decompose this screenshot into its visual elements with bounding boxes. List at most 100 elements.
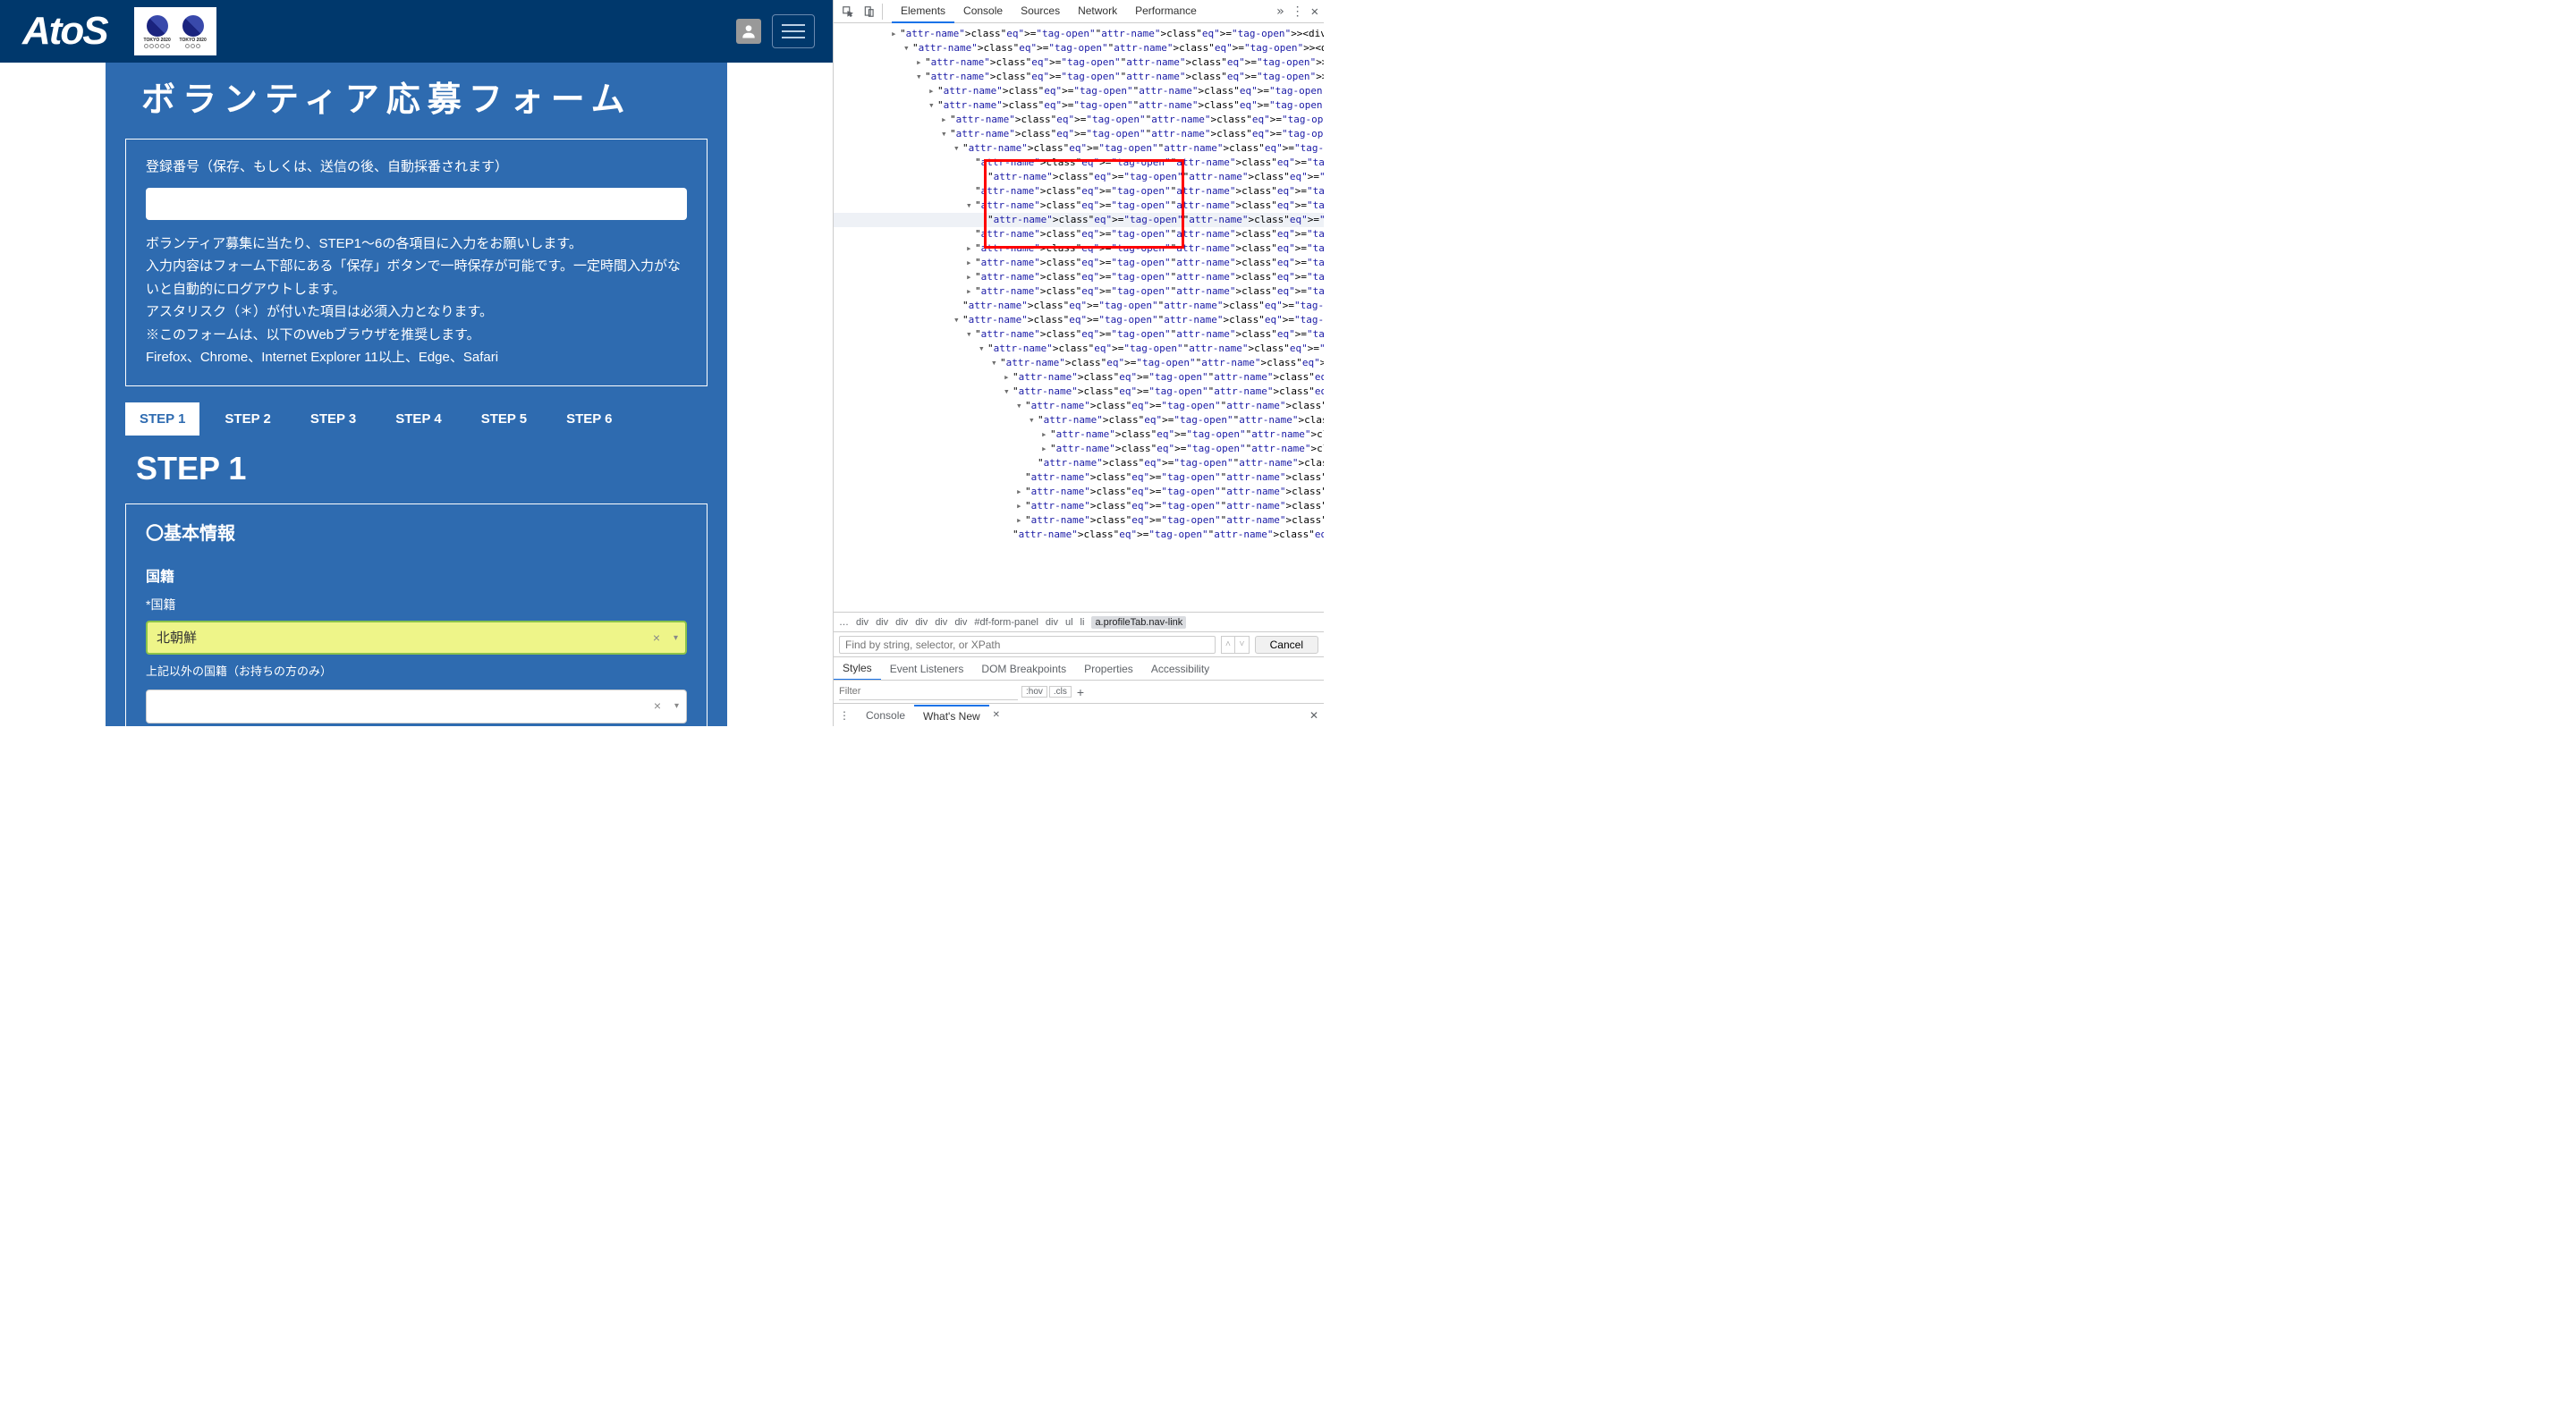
- dom-node[interactable]: ▾"attr-name">class"eq">="tag-open""attr-…: [834, 342, 1324, 356]
- breadcrumb-trail[interactable]: … div div div div div div #df-form-panel…: [834, 612, 1324, 631]
- devtools-tab-performance[interactable]: Performance: [1126, 0, 1206, 23]
- crumb[interactable]: div: [856, 617, 869, 628]
- tokyo-emblem-icon: [147, 15, 168, 37]
- crumb[interactable]: li: [1080, 617, 1085, 628]
- dom-node[interactable]: ▾"attr-name">class"eq">="tag-open""attr-…: [834, 413, 1324, 427]
- header: AtoS TOKYO 2020 TOKYO 2020: [0, 0, 833, 63]
- styles-tab-accessibility[interactable]: Accessibility: [1142, 658, 1218, 680]
- crumb[interactable]: div: [1046, 617, 1058, 628]
- crumb[interactable]: div: [954, 617, 967, 628]
- registration-number-input[interactable]: [146, 188, 687, 220]
- dom-node[interactable]: ▾"attr-name">class"eq">="tag-open""attr-…: [834, 98, 1324, 113]
- devtools-tab-console[interactable]: Console: [954, 0, 1012, 23]
- dom-node[interactable]: ▸"attr-name">class"eq">="tag-open""attr-…: [834, 499, 1324, 513]
- dom-node[interactable]: ▸"attr-name">class"eq">="tag-open""attr-…: [834, 241, 1324, 256]
- find-next-icon[interactable]: ˅: [1235, 637, 1249, 653]
- inspect-element-icon[interactable]: [839, 3, 857, 21]
- dom-node[interactable]: ▾"attr-name">class"eq">="tag-open""attr-…: [834, 141, 1324, 156]
- styles-tabs: Styles Event Listeners DOM Breakpoints P…: [834, 656, 1324, 680]
- crumb[interactable]: div: [876, 617, 888, 628]
- crumb[interactable]: div: [915, 617, 928, 628]
- dom-node[interactable]: ▸"attr-name">class"eq">="tag-open""attr-…: [834, 84, 1324, 98]
- section-title: 〇基本情報: [146, 519, 687, 549]
- crumb[interactable]: ul: [1065, 617, 1073, 628]
- drawer-tab-console[interactable]: Console: [857, 706, 914, 725]
- device-toggle-icon[interactable]: [860, 3, 878, 21]
- devtools-tab-network[interactable]: Network: [1069, 0, 1126, 23]
- dom-node[interactable]: ▸"attr-name">class"eq">="tag-open""attr-…: [834, 485, 1324, 499]
- tab-step4[interactable]: STEP 4: [381, 402, 455, 436]
- other-nationality-select[interactable]: × ▾: [146, 690, 687, 723]
- dom-node[interactable]: ▸"attr-name">class"eq">="tag-open""attr-…: [834, 256, 1324, 270]
- clear-icon[interactable]: ×: [653, 628, 660, 649]
- tab-step1[interactable]: STEP 1: [125, 402, 199, 436]
- drawer-tab-whatsnew[interactable]: What's New: [914, 705, 989, 726]
- crumb[interactable]: div: [895, 617, 908, 628]
- dom-node[interactable]: ▸"attr-name">class"eq">="tag-open""attr-…: [834, 284, 1324, 299]
- tab-step6[interactable]: STEP 6: [552, 402, 626, 436]
- more-tabs-icon[interactable]: »: [1276, 4, 1284, 19]
- tab-step5[interactable]: STEP 5: [467, 402, 541, 436]
- dom-node[interactable]: ▾"attr-name">class"eq">="tag-open""attr-…: [834, 313, 1324, 327]
- crumb[interactable]: div: [935, 617, 947, 628]
- paralympic-emblem-icon: [182, 15, 204, 37]
- close-devtools-icon[interactable]: ✕: [1311, 4, 1318, 19]
- crumb-selected[interactable]: a.profileTab.nav-link: [1091, 616, 1186, 629]
- styles-tab-styles[interactable]: Styles: [834, 657, 881, 681]
- kebab-menu-icon[interactable]: ⋮: [1292, 4, 1304, 19]
- dom-node[interactable]: "attr-name">class"eq">="tag-open""attr-n…: [834, 156, 1324, 170]
- drawer-tab-close-icon[interactable]: ✕: [993, 710, 1000, 720]
- dom-node[interactable]: ▸"attr-name">class"eq">="tag-open""attr-…: [834, 270, 1324, 284]
- dom-node[interactable]: "attr-name">class"eq">="tag-open""attr-n…: [834, 213, 1324, 227]
- nationality-select[interactable]: 北朝鮮 × ▾: [146, 621, 687, 655]
- dom-node[interactable]: ▾"attr-name">class"eq">="tag-open""attr-…: [834, 327, 1324, 342]
- dom-node[interactable]: ▸"attr-name">class"eq">="tag-open""attr-…: [834, 513, 1324, 528]
- crumb[interactable]: …: [839, 617, 849, 628]
- dom-node[interactable]: "attr-name">class"eq">="tag-open""attr-n…: [834, 528, 1324, 542]
- dom-node[interactable]: ▸"attr-name">class"eq">="tag-open""attr-…: [834, 55, 1324, 70]
- dom-node[interactable]: "attr-name">class"eq">="tag-open""attr-n…: [834, 456, 1324, 470]
- dom-node[interactable]: ▾"attr-name">class"eq">="tag-open""attr-…: [834, 70, 1324, 84]
- dom-node[interactable]: ▸"attr-name">class"eq">="tag-open""attr-…: [834, 370, 1324, 385]
- dom-node[interactable]: "attr-name">class"eq">="tag-open""attr-n…: [834, 470, 1324, 485]
- other-nationality-label: 上記以外の国籍（お持ちの方のみ）: [146, 662, 687, 681]
- dom-node[interactable]: ▾"attr-name">class"eq">="tag-open""attr-…: [834, 41, 1324, 55]
- dom-node[interactable]: ▾"attr-name">class"eq">="tag-open""attr-…: [834, 385, 1324, 399]
- drawer-menu-icon[interactable]: ⋮: [839, 709, 850, 722]
- hov-toggle[interactable]: :hov: [1021, 686, 1047, 698]
- dom-node[interactable]: "attr-name">class"eq">="tag-open""attr-n…: [834, 299, 1324, 313]
- find-prev-icon[interactable]: ˄: [1222, 637, 1236, 653]
- cls-toggle[interactable]: .cls: [1049, 686, 1072, 698]
- dom-node[interactable]: ▾"attr-name">class"eq">="tag-open""attr-…: [834, 127, 1324, 141]
- chevron-down-icon[interactable]: ▾: [674, 698, 679, 714]
- dom-node[interactable]: ▾"attr-name">class"eq">="tag-open""attr-…: [834, 356, 1324, 370]
- elements-tree[interactable]: ▸"attr-name">class"eq">="tag-open""attr-…: [834, 23, 1324, 612]
- dom-node[interactable]: ▸"attr-name">class"eq">="tag-open""attr-…: [834, 427, 1324, 442]
- devtools-tab-elements[interactable]: Elements: [892, 0, 954, 23]
- chevron-down-icon[interactable]: ▾: [674, 630, 678, 646]
- find-cancel-button[interactable]: Cancel: [1255, 636, 1318, 654]
- avatar[interactable]: [736, 19, 761, 44]
- new-style-rule-icon[interactable]: +: [1077, 685, 1084, 699]
- tab-step3[interactable]: STEP 3: [296, 402, 370, 436]
- styles-filter-input[interactable]: [839, 684, 1018, 700]
- tab-step2[interactable]: STEP 2: [210, 402, 284, 436]
- find-input[interactable]: [839, 636, 1216, 654]
- dom-node[interactable]: "attr-name">class"eq">="tag-open""attr-n…: [834, 184, 1324, 199]
- dom-node[interactable]: ▾"attr-name">class"eq">="tag-open""attr-…: [834, 199, 1324, 213]
- dom-node[interactable]: ▸"attr-name">class"eq">="tag-open""attr-…: [834, 442, 1324, 456]
- dom-node[interactable]: "attr-name">class"eq">="tag-open""attr-n…: [834, 227, 1324, 241]
- styles-tab-eventlisteners[interactable]: Event Listeners: [881, 658, 973, 680]
- menu-toggle-button[interactable]: [772, 14, 815, 48]
- dom-node[interactable]: ▸"attr-name">class"eq">="tag-open""attr-…: [834, 113, 1324, 127]
- dom-node[interactable]: "attr-name">class"eq">="tag-open""attr-n…: [834, 170, 1324, 184]
- dom-node[interactable]: ▾"attr-name">class"eq">="tag-open""attr-…: [834, 399, 1324, 413]
- drawer-close-icon[interactable]: ✕: [1309, 709, 1318, 722]
- clear-icon[interactable]: ×: [654, 696, 661, 717]
- devtools-tab-sources[interactable]: Sources: [1012, 0, 1069, 23]
- dom-node[interactable]: ▸"attr-name">class"eq">="tag-open""attr-…: [834, 27, 1324, 41]
- styles-tab-dombreakpoints[interactable]: DOM Breakpoints: [972, 658, 1075, 680]
- registration-number-label: 登録番号（保存、もしくは、送信の後、自動採番されます）: [146, 156, 687, 179]
- crumb[interactable]: #df-form-panel: [974, 617, 1038, 628]
- styles-tab-properties[interactable]: Properties: [1075, 658, 1142, 680]
